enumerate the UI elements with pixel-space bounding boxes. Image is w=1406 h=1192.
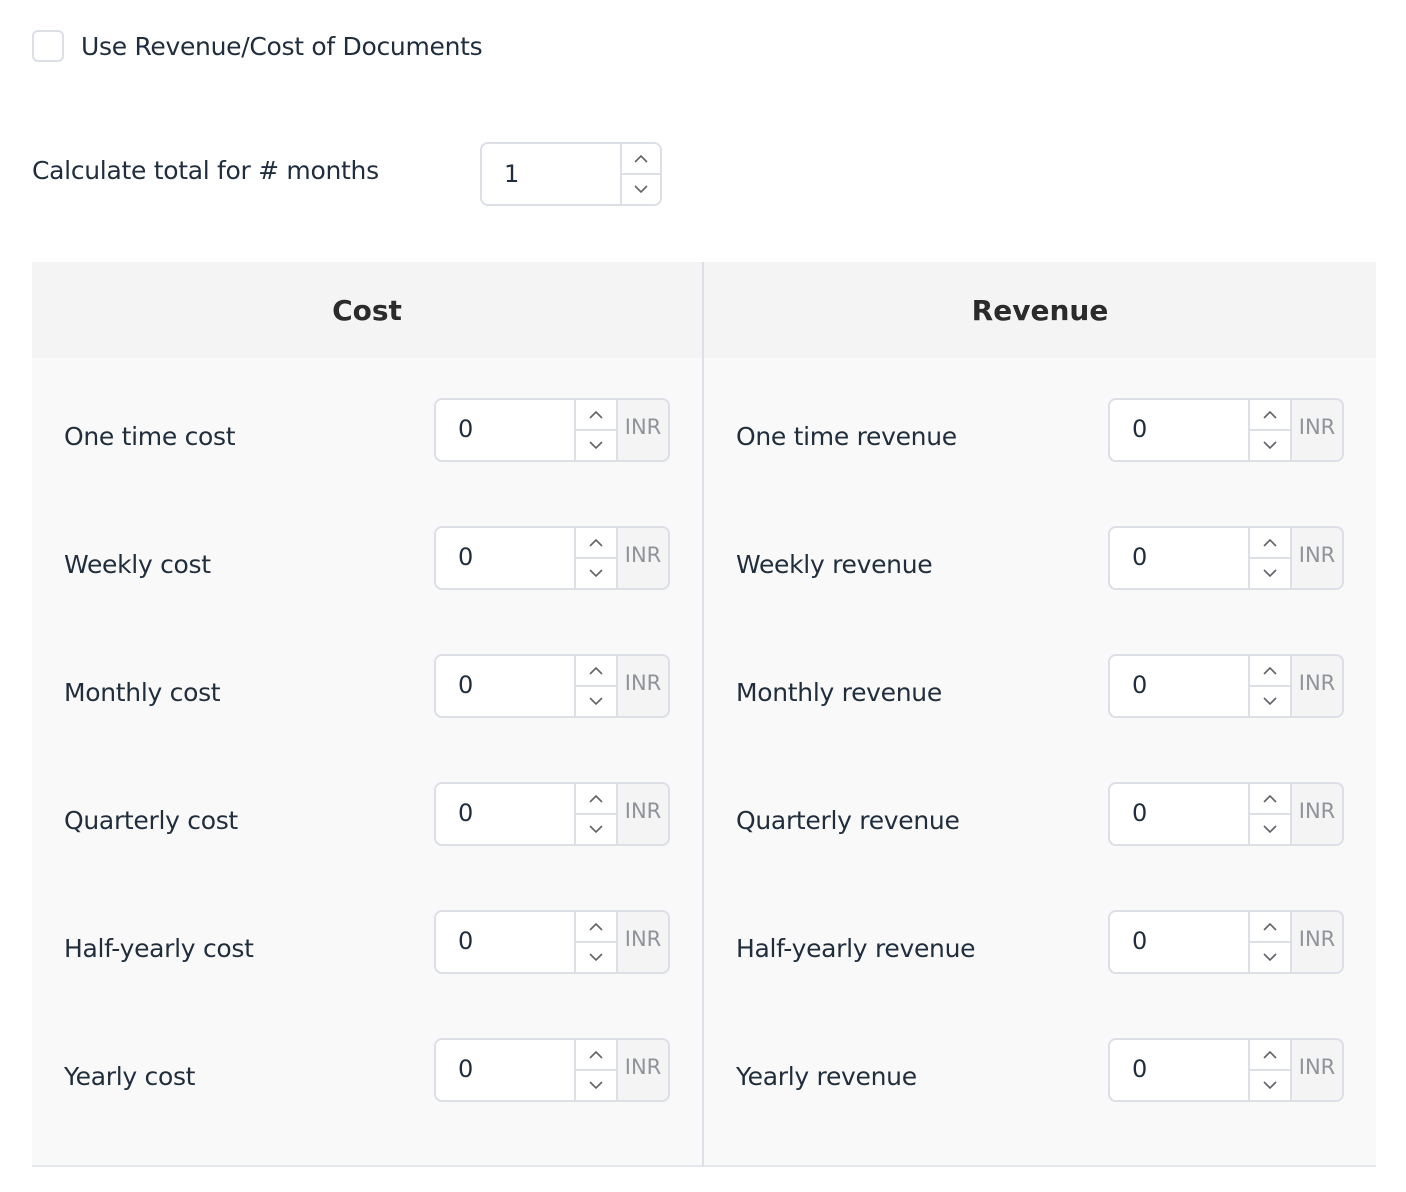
decrement-button[interactable] [1250,941,1290,972]
increment-button[interactable] [1250,912,1290,941]
use-documents-label[interactable]: Use Revenue/Cost of Documents [81,32,483,61]
revenue-amount-input[interactable]: 0 INR [1108,782,1344,846]
chevron-down-icon [1263,1081,1277,1090]
chevron-down-icon [634,185,648,194]
increment-button[interactable] [1250,656,1290,685]
currency-unit: INR [1290,656,1342,716]
amount-stepper[interactable] [1248,656,1290,716]
revenue-row: Yearly revenue 0 INR [32,1038,1376,1102]
decrement-button[interactable] [1250,1069,1290,1100]
currency-unit: INR [1290,1040,1342,1100]
revenue-amount-input[interactable]: 0 INR [1108,526,1344,590]
chevron-down-icon [1263,441,1277,450]
amount-value[interactable]: 0 [1110,912,1248,972]
amount-stepper[interactable] [1248,912,1290,972]
amount-stepper[interactable] [1248,528,1290,588]
chevron-down-icon [1263,697,1277,706]
revenue-row: Quarterly revenue 0 INR [32,782,1376,846]
increment-button[interactable] [1250,528,1290,557]
chevron-up-icon [1263,538,1277,547]
increment-button[interactable] [622,144,660,173]
currency-unit: INR [1290,528,1342,588]
chevron-up-icon [1263,1050,1277,1059]
revenue-column-title: Revenue [971,293,1109,327]
amount-value[interactable]: 0 [1110,1040,1248,1100]
revenue-amount-input[interactable]: 0 INR [1108,654,1344,718]
revenue-row-label: Weekly revenue [736,549,933,579]
amount-stepper[interactable] [1248,400,1290,460]
revenue-row: Monthly revenue 0 INR [32,654,1376,718]
months-label: Calculate total for # months [32,156,379,185]
decrement-button[interactable] [1250,685,1290,716]
months-stepper[interactable] [620,144,660,204]
cost-revenue-table: Cost Revenue One time cost 0 INR Weekly cos… [32,262,1376,1167]
currency-unit: INR [1290,784,1342,844]
use-documents-row[interactable]: Use Revenue/Cost of Documents [32,30,483,62]
decrement-button[interactable] [1250,557,1290,588]
revenue-amount-input[interactable]: 0 INR [1108,398,1344,462]
revenue-amount-input[interactable]: 0 INR [1108,1038,1344,1102]
revenue-row-label: Yearly revenue [736,1061,917,1091]
amount-value[interactable]: 0 [1110,400,1248,460]
increment-button[interactable] [1250,784,1290,813]
currency-unit: INR [1290,912,1342,972]
revenue-amount-input[interactable]: 0 INR [1108,910,1344,974]
revenue-row-label: Monthly revenue [736,677,942,707]
revenue-row: Half-yearly revenue 0 INR [32,910,1376,974]
decrement-button[interactable] [1250,813,1290,844]
chevron-up-icon [634,154,648,163]
amount-value[interactable]: 0 [1110,656,1248,716]
decrement-button[interactable] [622,173,660,204]
chevron-up-icon [1263,922,1277,931]
chevron-up-icon [1263,410,1277,419]
amount-value[interactable]: 0 [1110,528,1248,588]
amount-stepper[interactable] [1248,1040,1290,1100]
chevron-up-icon [1263,666,1277,675]
amount-value[interactable]: 0 [1110,784,1248,844]
increment-button[interactable] [1250,1040,1290,1069]
decrement-button[interactable] [1250,429,1290,460]
revenue-row: One time revenue 0 INR [32,398,1376,462]
chevron-up-icon [1263,794,1277,803]
chevron-down-icon [1263,569,1277,578]
use-documents-checkbox[interactable] [32,30,64,62]
revenue-row: Weekly revenue 0 INR [32,526,1376,590]
chevron-down-icon [1263,953,1277,962]
chevron-down-icon [1263,825,1277,834]
revenue-row-label: Quarterly revenue [736,805,960,835]
increment-button[interactable] [1250,400,1290,429]
currency-unit: INR [1290,400,1342,460]
months-input[interactable]: 1 [480,142,662,206]
months-value[interactable]: 1 [482,144,620,204]
cost-column-title: Cost [332,293,402,327]
revenue-row-label: One time revenue [736,421,957,451]
revenue-row-label: Half-yearly revenue [736,933,976,963]
amount-stepper[interactable] [1248,784,1290,844]
